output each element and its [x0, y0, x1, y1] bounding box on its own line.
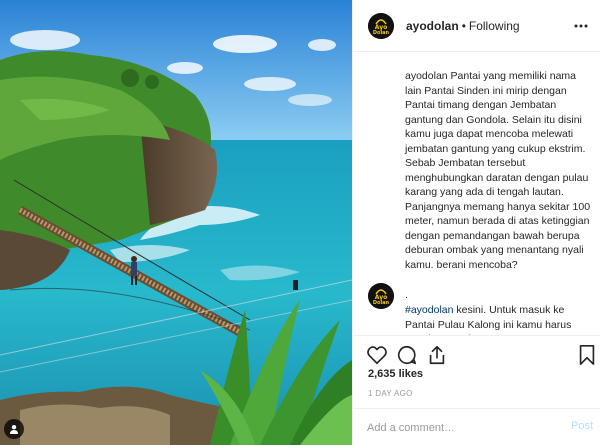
- share-icon[interactable]: [426, 344, 448, 366]
- post-details-panel: Ayo Dolan ayodolan • Following ayodolan …: [352, 0, 600, 445]
- separator-dot: •: [461, 18, 466, 33]
- comment-icon[interactable]: [396, 344, 418, 366]
- post-photo[interactable]: [0, 0, 352, 445]
- hashtag-link[interactable]: #ayodolan: [405, 304, 453, 316]
- ayodolan-logo-icon: Ayo Dolan: [368, 12, 394, 39]
- svg-text:Dolan: Dolan: [373, 30, 390, 36]
- user-tag-icon[interactable]: [4, 419, 24, 439]
- post-comment-button[interactable]: Post: [571, 420, 593, 432]
- comment-avatar[interactable]: Ayo Dolan: [368, 283, 394, 309]
- caption-username[interactable]: ayodolan: [405, 70, 448, 82]
- likes-count[interactable]: 2,635 likes: [368, 368, 423, 380]
- beach-photo-illustration: [0, 0, 352, 445]
- username-link[interactable]: ayodolan: [406, 19, 459, 33]
- comment-text: #ayodolan kesini. Untuk masuk ke Pantai …: [405, 303, 595, 335]
- bookmark-icon[interactable]: [576, 344, 598, 366]
- post-header: Ayo Dolan ayodolan • Following: [353, 0, 600, 52]
- caption-text: ayodolan Pantai yang memiliki nama lain …: [405, 69, 593, 272]
- ayodolan-logo-icon: Ayo Dolan: [368, 283, 394, 309]
- caption-body: Pantai yang memiliki nama lain Pantai Si…: [405, 70, 593, 271]
- following-button[interactable]: Following: [469, 19, 520, 33]
- svg-text:Dolan: Dolan: [373, 300, 390, 306]
- comments-scroll-area[interactable]: ayodolan Pantai yang memiliki nama lain …: [353, 53, 600, 335]
- post-timestamp[interactable]: 1 DAY AGO: [368, 389, 413, 398]
- comment-input[interactable]: [367, 419, 547, 437]
- more-icon[interactable]: [573, 18, 589, 34]
- add-comment-bar: Post: [353, 408, 600, 445]
- caption-dot: .: [405, 289, 408, 301]
- avatar[interactable]: Ayo Dolan: [368, 12, 394, 39]
- heart-icon[interactable]: [366, 344, 388, 366]
